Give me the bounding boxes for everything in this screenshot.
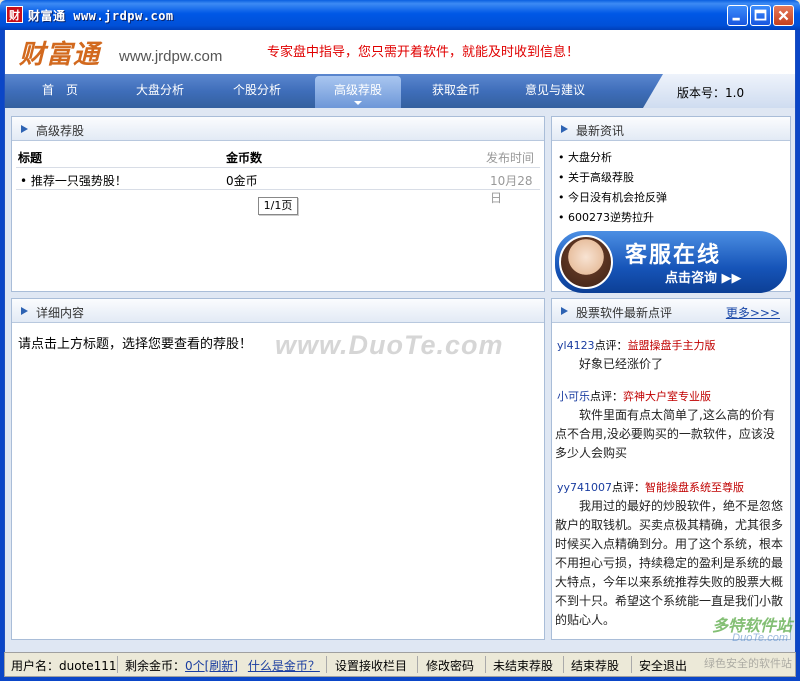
recommend-panel: 高级荐股 标题 金币数 发布时间 • 推荐一只强势股！ 0金币 10月28日 1… <box>11 116 545 292</box>
window-border-bottom <box>0 677 800 681</box>
customer-service-button[interactable]: 客服在线 点击咨询 ▶▶ <box>555 231 787 293</box>
minimize-icon <box>732 17 740 21</box>
version-label: 版本号：1.0 <box>677 86 745 100</box>
divider <box>16 189 540 190</box>
comments-panel-title: 股票软件最新点评 <box>576 306 673 320</box>
maximize-icon <box>754 9 767 21</box>
minimize-button[interactable] <box>727 5 748 26</box>
window-border-right <box>796 30 800 680</box>
what-is-coin-link[interactable]: 什么是金币？ <box>248 659 320 673</box>
divider <box>563 656 564 673</box>
settings-button[interactable]: 设置接收栏目 <box>335 657 407 674</box>
window-title: 财富通 www.jrdpw.com <box>28 9 174 23</box>
more-comments-link[interactable]: 更多>>> <box>726 304 780 321</box>
divider <box>326 656 327 673</box>
comment-header: yy741007点评：智能操盘系统至尊版 <box>557 479 744 495</box>
column-header-date: 发布时间 <box>486 151 535 165</box>
news-item[interactable]: • 600273逆势拉升 <box>558 209 654 225</box>
column-header-coins: 金币数 <box>226 151 263 165</box>
triangle-icon <box>21 307 28 315</box>
comment-label: 点评： <box>612 481 646 494</box>
logout-button[interactable]: 安全退出 <box>639 657 687 674</box>
finished-picks-button[interactable]: 结束荐股 <box>571 657 619 674</box>
news-item[interactable]: • 今日没有机会抢反弹 <box>558 189 667 205</box>
comment-header: yl4123点评：益盟操盘手主力版 <box>557 337 716 353</box>
comment-text: 好象已经涨价了 <box>579 357 664 371</box>
triangle-icon <box>561 125 568 133</box>
nav-stock-analysis[interactable]: 个股分析 <box>219 74 295 108</box>
table-row-title[interactable]: • 推荐一只强势股！ <box>20 172 127 189</box>
corner-watermark-url: DuoTe.com <box>732 632 788 644</box>
refresh-link[interactable]: [刷新] <box>205 659 238 673</box>
nav-premium-picks[interactable]: 高级荐股 <box>315 76 401 108</box>
divider <box>16 167 540 168</box>
coins-label: 剩余金币： <box>125 659 186 673</box>
header-slogan: 专家盘中指导，您只需开着软件，就能及时收到信息！ <box>267 45 580 60</box>
recommend-panel-title: 高级荐股 <box>36 124 85 138</box>
comment-product[interactable]: 智能操盘系统至尊版 <box>645 481 744 494</box>
comment-user[interactable]: yl4123 <box>557 339 595 352</box>
comment-text: 我用过的最好的炒股软件，绝不是忽悠散户的取钱机。买卖点极其精确，尤其很多时候买入… <box>555 499 784 627</box>
news-panel-header: 最新资讯 <box>552 117 790 141</box>
news-panel: 最新资讯 • 大盘分析 • 关于高级荐股 • 今日没有机会抢反弹 • 60027… <box>551 116 791 293</box>
unfinished-picks-button[interactable]: 未结束荐股 <box>493 657 553 674</box>
divider <box>117 656 118 673</box>
pager[interactable]: 1/1页 <box>258 197 298 215</box>
close-icon <box>778 10 789 21</box>
comment-label: 点评： <box>594 339 628 352</box>
status-bar: 用户名：duote111 剩余金币：0个[刷新] 什么是金币？ 设置接收栏目 修… <box>4 652 796 677</box>
service-title: 客服在线 <box>625 243 722 268</box>
comment-label: 点评： <box>590 390 623 403</box>
service-subtitle: 点击咨询 ▶▶ <box>665 271 742 286</box>
logo-text: 财富通 <box>19 40 101 70</box>
comment-product[interactable]: 弈神大户室专业版 <box>623 390 711 403</box>
news-panel-title: 最新资讯 <box>576 124 625 138</box>
nav-market-analysis[interactable]: 大盘分析 <box>123 74 197 108</box>
comments-panel-header: 股票软件最新点评 更多>>> <box>552 299 790 323</box>
main-area: 高级荐股 标题 金币数 发布时间 • 推荐一只强势股！ 0金币 10月28日 1… <box>4 108 796 652</box>
detail-panel-header: 详细内容 <box>12 299 544 323</box>
maximize-button[interactable] <box>750 5 771 26</box>
logo-url: www.jrdpw.com <box>119 48 223 65</box>
comment-user[interactable]: yy741007 <box>557 481 612 494</box>
comment-product[interactable]: 益盟操盘手主力版 <box>628 339 716 352</box>
watermark: www.DuoTe.com <box>275 330 504 360</box>
news-item[interactable]: • 关于高级荐股 <box>558 169 634 185</box>
header-banner: 财富通 www.jrdpw.com 专家盘中指导，您只需开着软件，就能及时收到信… <box>4 30 796 74</box>
avatar <box>559 235 613 289</box>
divider <box>417 656 418 673</box>
comment-header: 小可乐点评：弈神大户室专业版 <box>557 388 711 404</box>
change-password-button[interactable]: 修改密码 <box>426 657 474 674</box>
nav-get-coins[interactable]: 获取金币 <box>419 74 493 108</box>
nav-feedback[interactable]: 意见与建议 <box>513 74 597 108</box>
title-bar[interactable]: 财 财富通 www.jrdpw.com <box>0 0 800 30</box>
triangle-icon <box>21 125 28 133</box>
divider <box>485 656 486 673</box>
nav-home[interactable]: 首 页 <box>25 74 95 108</box>
triangle-icon <box>561 307 568 315</box>
column-header-title: 标题 <box>18 151 43 165</box>
recommend-panel-header: 高级荐股 <box>12 117 544 141</box>
divider <box>631 656 632 673</box>
table-row-coins: 0金币 <box>226 174 258 188</box>
news-item[interactable]: • 大盘分析 <box>558 149 612 165</box>
corner-watermark-text: 绿色安全的软件站 <box>704 657 792 670</box>
close-button[interactable] <box>773 5 794 26</box>
coins-value[interactable]: 0个 <box>185 659 205 673</box>
detail-panel-title: 详细内容 <box>36 306 85 320</box>
username-label: 用户名：duote111 <box>11 659 117 673</box>
coins-status: 剩余金币：0个[刷新] 什么是金币？ <box>125 657 320 674</box>
main-nav: 首 页 大盘分析 个股分析 高级荐股 获取金币 意见与建议 版本号：1.0 <box>4 74 796 108</box>
app-icon: 财 <box>6 6 23 23</box>
comment-text: 软件里面有点太简单了,这么高的价有点不合用,没必要购买的一款软件，应该没多少人会… <box>555 408 775 460</box>
detail-text: 请点击上方标题，选择您要查看的荐股！ <box>18 337 253 352</box>
version-box: 版本号：1.0 <box>643 74 795 108</box>
comments-panel: 股票软件最新点评 更多>>> yl4123点评：益盟操盘手主力版 好象已经涨价了… <box>551 298 791 640</box>
comment-user[interactable]: 小可乐 <box>557 390 590 403</box>
